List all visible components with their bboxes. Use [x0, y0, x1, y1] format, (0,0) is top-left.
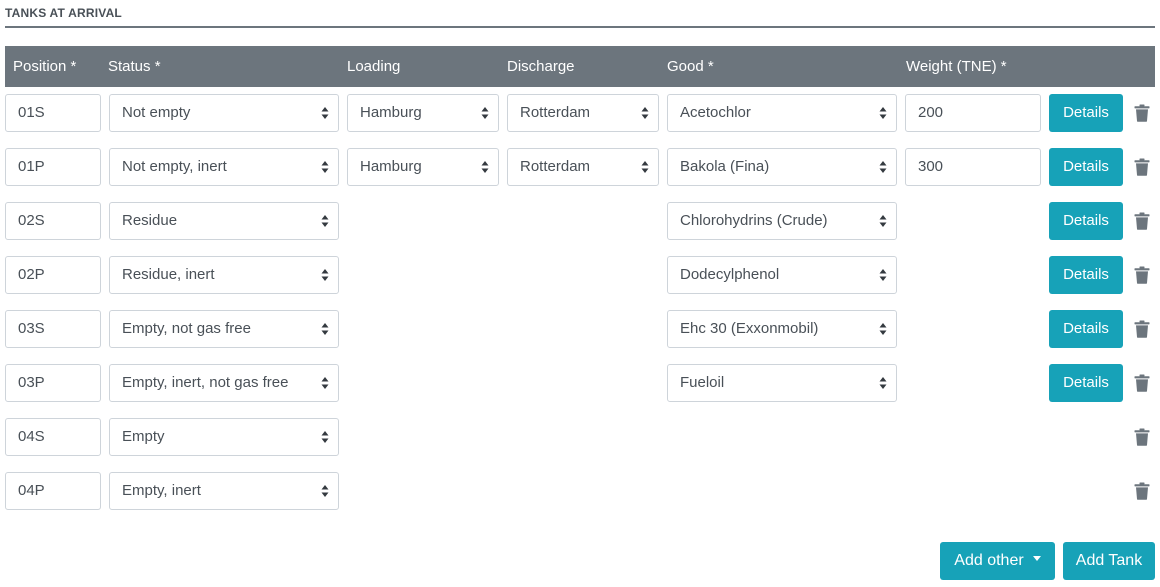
- trash-icon[interactable]: [1134, 212, 1150, 230]
- trash-icon[interactable]: [1134, 374, 1150, 392]
- status-select-value: Empty, inert, not gas free: [122, 374, 289, 391]
- details-button[interactable]: Details: [1049, 364, 1123, 402]
- good-select[interactable]: Ehc 30 (Exxonmobil): [667, 310, 897, 348]
- select-caret-icon: [641, 106, 649, 120]
- select-caret-icon: [321, 160, 329, 174]
- column-header-position: Position *: [13, 58, 77, 75]
- add-other-label: Add other: [954, 552, 1024, 569]
- good-select-value: Acetochlor: [680, 104, 751, 121]
- trash-icon[interactable]: [1134, 104, 1150, 122]
- caret-down-icon: [1032, 556, 1041, 562]
- good-select[interactable]: Dodecylphenol: [667, 256, 897, 294]
- good-select-value: Chlorohydrins (Crude): [680, 212, 828, 229]
- section-title: TANKS AT ARRIVAL: [5, 6, 122, 20]
- position-input[interactable]: 03P: [5, 364, 101, 402]
- good-select-value: Ehc 30 (Exxonmobil): [680, 320, 819, 337]
- status-select[interactable]: Empty, inert, not gas free: [109, 364, 339, 402]
- select-caret-icon: [879, 160, 887, 174]
- select-caret-icon: [321, 106, 329, 120]
- status-select[interactable]: Empty, inert: [109, 472, 339, 510]
- trash-icon[interactable]: [1134, 428, 1150, 446]
- select-caret-icon: [321, 322, 329, 336]
- table-header: Position * Status * Loading Discharge Go…: [5, 46, 1155, 87]
- discharge-select-value: Rotterdam: [520, 104, 591, 121]
- tank-row: 03S Empty, not gas free Ehc 30 (Exxonmob…: [0, 310, 1160, 348]
- position-input[interactable]: 04P: [5, 472, 101, 510]
- tank-row: 01P Not empty, inert Hamburg Rotterdam B…: [0, 148, 1160, 186]
- status-select[interactable]: Residue, inert: [109, 256, 339, 294]
- status-select-value: Not empty, inert: [122, 158, 227, 175]
- column-header-discharge: Discharge: [507, 58, 575, 75]
- position-input[interactable]: 02P: [5, 256, 101, 294]
- status-select-value: Empty, not gas free: [122, 320, 251, 337]
- status-select[interactable]: Empty, not gas free: [109, 310, 339, 348]
- select-caret-icon: [321, 214, 329, 228]
- column-header-good: Good *: [667, 58, 714, 75]
- select-caret-icon: [879, 214, 887, 228]
- add-other-button[interactable]: Add other: [940, 542, 1055, 580]
- discharge-select-value: Rotterdam: [520, 158, 591, 175]
- select-caret-icon: [321, 430, 329, 444]
- tank-row: 02P Residue, inert Dodecylphenol Details: [0, 256, 1160, 294]
- status-select-value: Empty, inert: [122, 482, 201, 499]
- discharge-select[interactable]: Rotterdam: [507, 94, 659, 132]
- column-header-weight: Weight (TNE) *: [906, 58, 1007, 75]
- weight-input[interactable]: 200: [905, 94, 1041, 132]
- trash-icon[interactable]: [1134, 482, 1150, 500]
- select-caret-icon: [879, 376, 887, 390]
- status-select-value: Residue: [122, 212, 178, 229]
- tank-row: 04P Empty, inert: [0, 472, 1160, 510]
- good-select-value: Fueloil: [680, 374, 725, 391]
- good-select[interactable]: Fueloil: [667, 364, 897, 402]
- position-input[interactable]: 03S: [5, 310, 101, 348]
- details-button[interactable]: Details: [1049, 202, 1123, 240]
- tank-row: 03P Empty, inert, not gas free Fueloil D…: [0, 364, 1160, 402]
- section-divider: [5, 26, 1155, 28]
- select-caret-icon: [879, 322, 887, 336]
- loading-select-value: Hamburg: [360, 158, 422, 175]
- good-select[interactable]: Bakola (Fina): [667, 148, 897, 186]
- select-caret-icon: [879, 106, 887, 120]
- trash-icon[interactable]: [1134, 320, 1150, 338]
- loading-select[interactable]: Hamburg: [347, 148, 499, 186]
- loading-select-value: Hamburg: [360, 104, 422, 121]
- status-select[interactable]: Not empty: [109, 94, 339, 132]
- column-header-loading: Loading: [347, 58, 401, 75]
- tank-row: 01S Not empty Hamburg Rotterdam Acetochl…: [0, 94, 1160, 132]
- trash-icon[interactable]: [1134, 266, 1150, 284]
- status-select-value: Residue, inert: [122, 266, 215, 283]
- status-select[interactable]: Not empty, inert: [109, 148, 339, 186]
- select-caret-icon: [481, 160, 489, 174]
- status-select-value: Not empty: [122, 104, 191, 121]
- details-button[interactable]: Details: [1049, 310, 1123, 348]
- status-select[interactable]: Empty: [109, 418, 339, 456]
- weight-input[interactable]: 300: [905, 148, 1041, 186]
- select-caret-icon: [321, 484, 329, 498]
- good-select-value: Bakola (Fina): [680, 158, 770, 175]
- loading-select[interactable]: Hamburg: [347, 94, 499, 132]
- select-caret-icon: [641, 160, 649, 174]
- good-select[interactable]: Acetochlor: [667, 94, 897, 132]
- select-caret-icon: [321, 268, 329, 282]
- details-button[interactable]: Details: [1049, 94, 1123, 132]
- position-input[interactable]: 04S: [5, 418, 101, 456]
- details-button[interactable]: Details: [1049, 256, 1123, 294]
- position-input[interactable]: 01S: [5, 94, 101, 132]
- trash-icon[interactable]: [1134, 158, 1150, 176]
- select-caret-icon: [321, 376, 329, 390]
- status-select[interactable]: Residue: [109, 202, 339, 240]
- select-caret-icon: [879, 268, 887, 282]
- position-input[interactable]: 01P: [5, 148, 101, 186]
- status-select-value: Empty: [122, 428, 165, 445]
- column-header-status: Status *: [108, 58, 161, 75]
- good-select-value: Dodecylphenol: [680, 266, 780, 283]
- add-tank-button[interactable]: Add Tank: [1063, 542, 1155, 580]
- position-input[interactable]: 02S: [5, 202, 101, 240]
- good-select[interactable]: Chlorohydrins (Crude): [667, 202, 897, 240]
- details-button[interactable]: Details: [1049, 148, 1123, 186]
- tank-row: 04S Empty: [0, 418, 1160, 456]
- discharge-select[interactable]: Rotterdam: [507, 148, 659, 186]
- tank-row: 02S Residue Chlorohydrins (Crude) Detail…: [0, 202, 1160, 240]
- select-caret-icon: [481, 106, 489, 120]
